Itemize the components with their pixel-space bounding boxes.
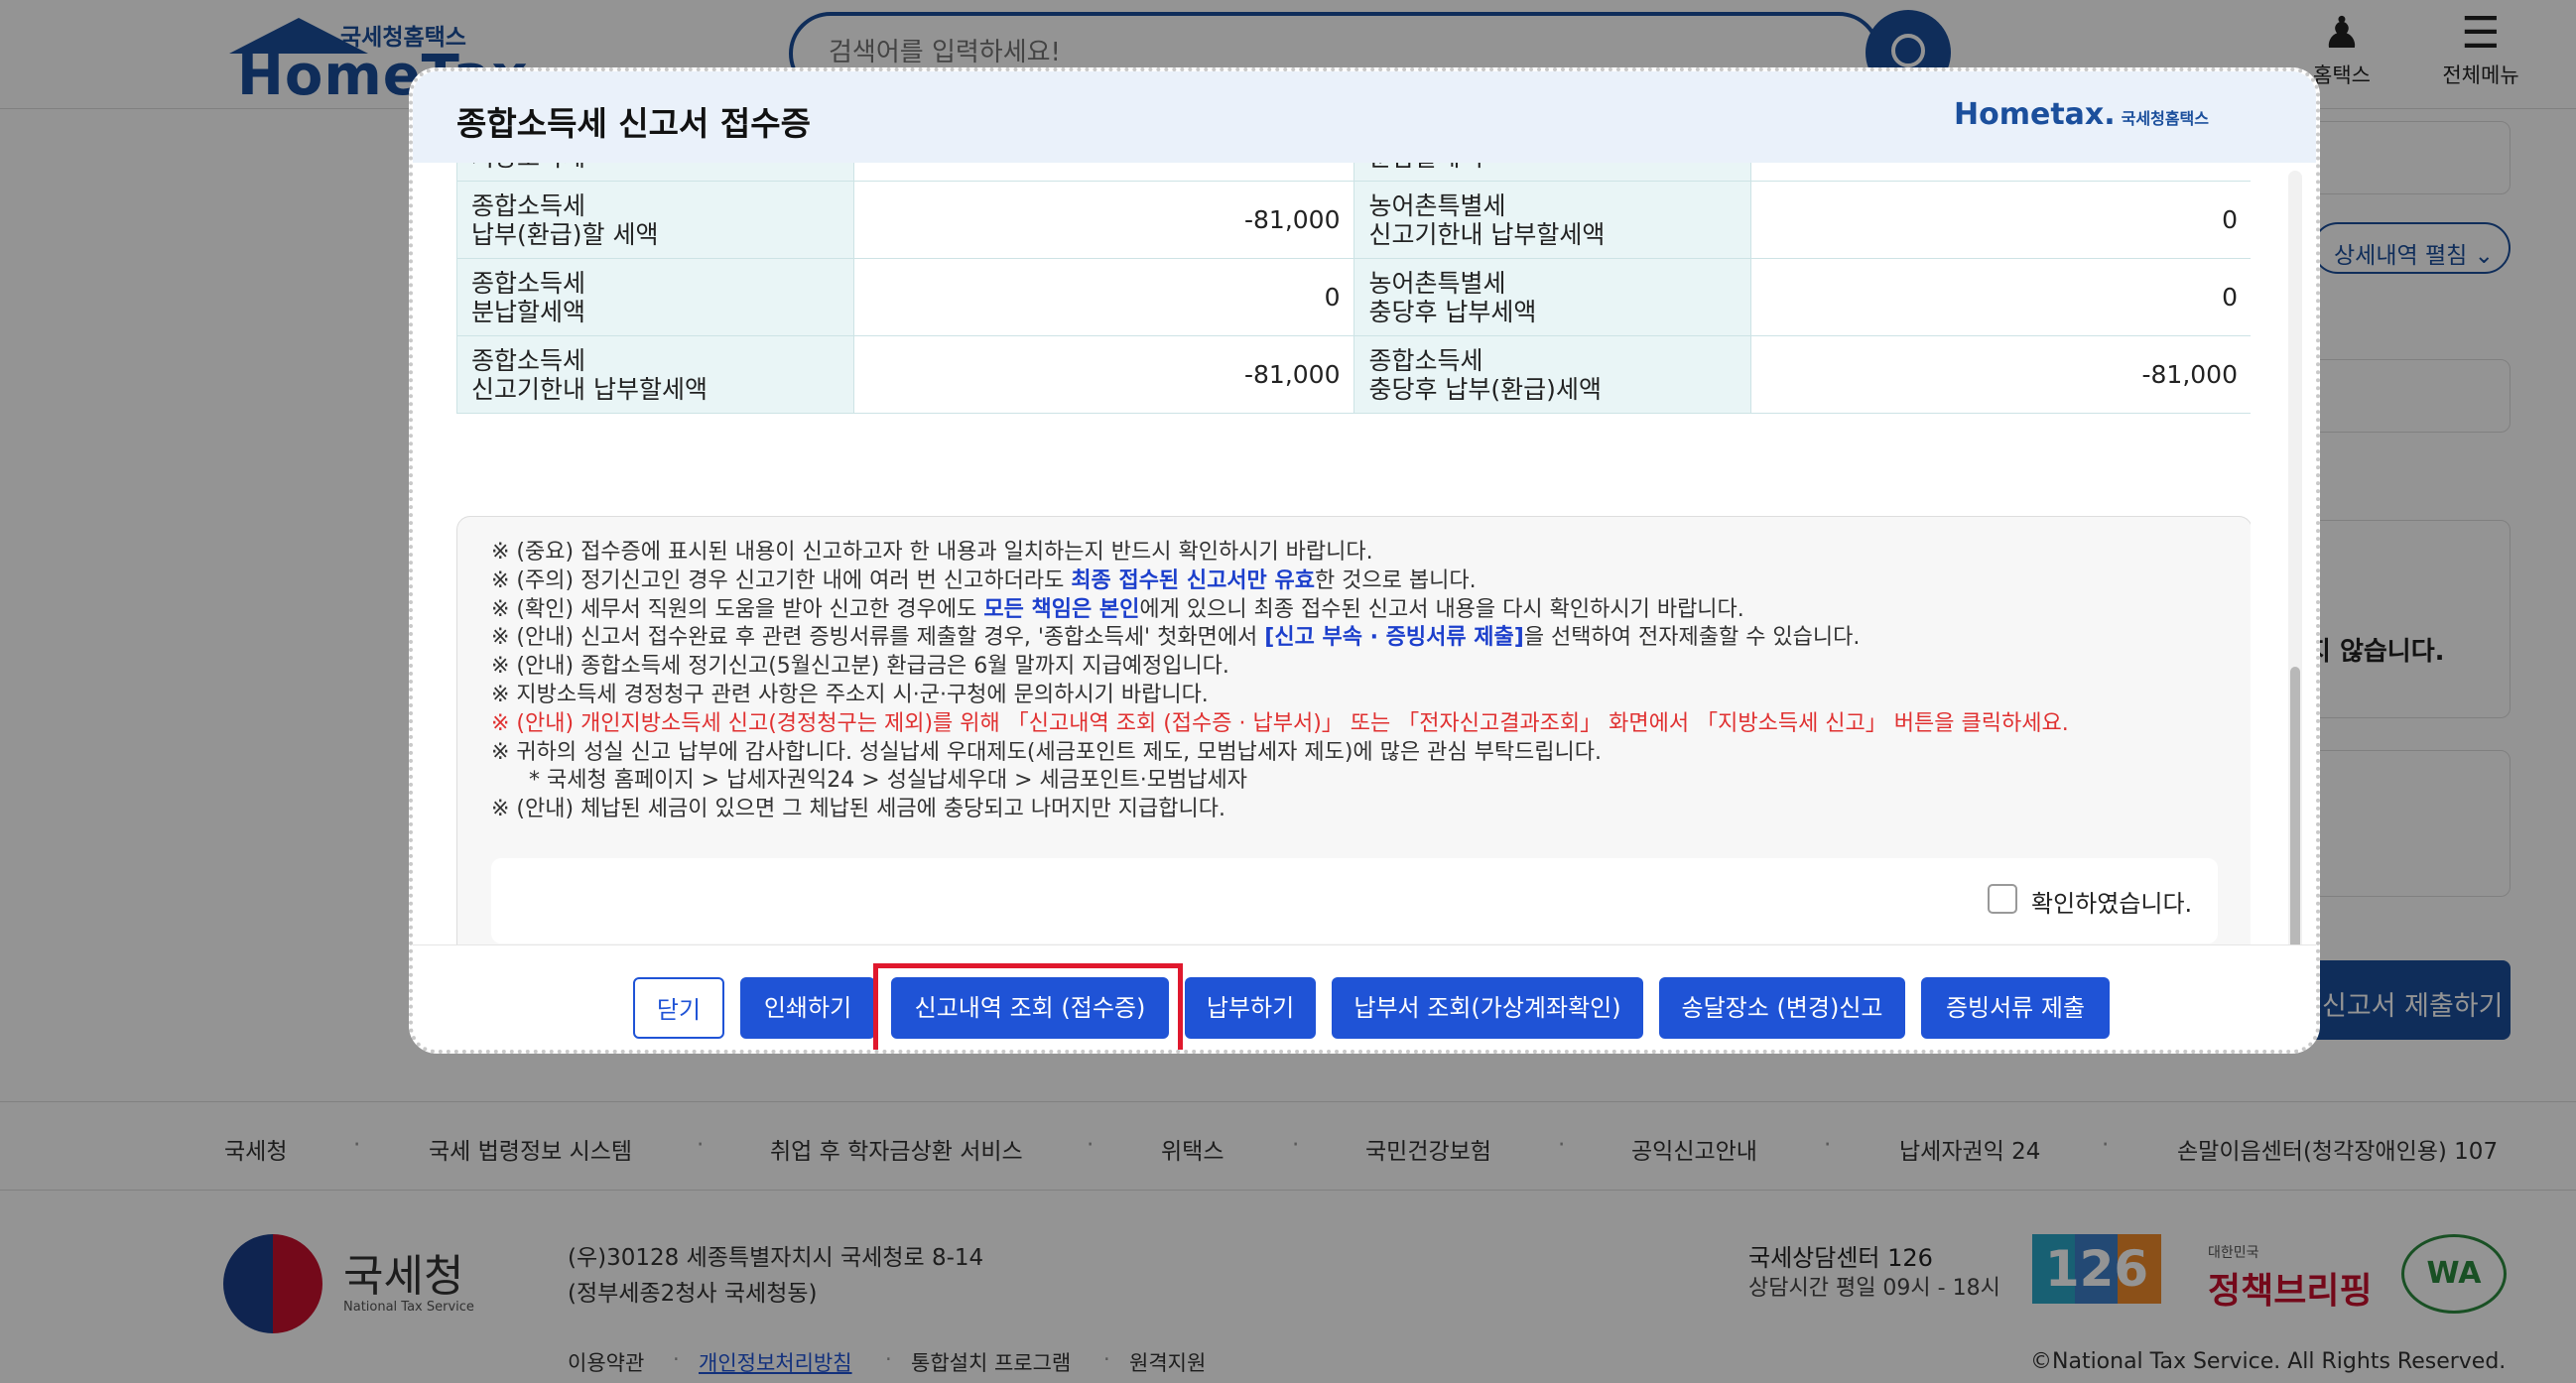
table-label: 농어촌특별세 신고기한내 납부할세액 (1353, 181, 1752, 259)
notice-line: ※ (확인) 세무서 직원의 도움을 받아 신고한 경우에도 모든 책임은 본인… (491, 596, 2218, 625)
notice-line: ※ (안내) 체납된 세금이 있으면 그 체납된 세금에 충당되고 나머지만 지… (491, 797, 1225, 822)
notice-line-red: ※ (안내) 개인지방소득세 신고(경정청구는 제외)를 위해 「신고내역 조회… (491, 710, 2069, 736)
table-row: 종합소득세 신고기한내 납부할세액 -81,000 종합소득세 충당후 납부(환… (456, 335, 2251, 414)
table-value (852, 163, 1355, 182)
receipt-modal: 종합소득세 신고서 접수증 Hometax. 국세청홈택스 지방소득세 분납할세액… (409, 67, 2320, 1054)
table-label: 농어촌특별세 충당후 납부세액 (1353, 258, 1752, 336)
table-label: 지방소득세 (456, 163, 854, 182)
notice-line: ※ (주의) 정기신고인 경우 신고기한 내에 여러 번 신고하더라도 최종 접… (491, 567, 2218, 596)
notice-line: ※ (안내) 종합소득세 정기신고(5월신고분) 환급금은 6월 말까지 지급예… (491, 654, 1229, 680)
table-value: -81,000 (852, 181, 1355, 259)
modal-logo-text: Hometax. (1954, 97, 2116, 132)
modal-footer: 닫기 인쇄하기 신고내역 조회 (접수증) 납부하기 납부서 조회(가상계좌확인… (413, 944, 2316, 1050)
bill-lookup-button[interactable]: 납부서 조회(가상계좌확인) (1332, 977, 1643, 1039)
notice-text: 한 것으로 봅니다. (1314, 567, 1477, 593)
notice-line: ※ (중요) 접수증에 표시된 내용이 신고하고자 한 내용과 일치하는지 반드… (491, 540, 1373, 565)
table-value: 0 (1750, 181, 2251, 259)
notice-line: ※ 귀하의 성실 신고 납부에 감사합니다. 성실납세 우대제도(세금포인트 제… (491, 739, 1603, 765)
modal-body: 지방소득세 분납할세액 종합소득세 납부(환급)할 세액 -81,000 농어촌… (456, 163, 2251, 956)
table-label: 종합소득세 충당후 납부(환급)세액 (1353, 335, 1752, 414)
pay-button[interactable]: 납부하기 (1185, 977, 1316, 1039)
close-button[interactable]: 닫기 (633, 977, 724, 1039)
notice-line: ※ 지방소득세 경정청구 관련 사항은 주소지 시·군·구청에 문의하시기 바랍… (491, 682, 1209, 707)
notice-text: ※ (주의) 정기신고인 경우 신고기한 내에 여러 번 신고하더라도 (491, 567, 1072, 593)
notice-highlight: 최종 접수된 신고서만 유효 (1071, 567, 1315, 593)
table-value: -81,000 (1750, 335, 2251, 414)
table-row: 지방소득세 분납할세액 (456, 163, 2251, 182)
delivery-address-button[interactable]: 송달장소 (변경)신고 (1659, 977, 1905, 1039)
modal-scrollbar[interactable] (2288, 171, 2302, 1004)
notice-text: 을 선택하여 전자제출할 수 있습니다. (1523, 625, 1861, 651)
notice-highlight: [신고 부속 · 증빙서류 제출] (1264, 625, 1524, 651)
table-row: 종합소득세 분납할세액 0 농어촌특별세 충당후 납부세액 0 (456, 258, 2251, 336)
highlight-box (873, 963, 1183, 1050)
notice-text: ※ (확인) 세무서 직원의 도움을 받아 신고한 경우에도 (491, 596, 984, 622)
print-button[interactable]: 인쇄하기 (740, 977, 875, 1039)
notice-text: 에게 있으니 최종 접수된 신고서 내용을 다시 확인하시기 바랍니다. (1139, 596, 1744, 622)
notice-box: ※ (중요) 접수증에 표시된 내용이 신고하고자 한 내용과 일치하는지 반드… (456, 516, 2251, 956)
table-label: 종합소득세 분납할세액 (456, 258, 854, 336)
evidence-submit-button[interactable]: 증빙서류 제출 (1921, 977, 2110, 1039)
modal-header: 종합소득세 신고서 접수증 Hometax. 국세청홈택스 (413, 71, 2316, 163)
confirm-checkbox[interactable] (1988, 884, 2017, 914)
table-label: 종합소득세 신고기한내 납부할세액 (456, 335, 854, 414)
table-value: 0 (1750, 258, 2251, 336)
confirm-label[interactable]: 확인하였습니다. (2031, 884, 2192, 919)
notice-highlight: 모든 책임은 본인 (983, 596, 1140, 622)
table-value: -81,000 (852, 335, 1355, 414)
modal-logo-sub: 국세청홈택스 (2121, 109, 2209, 128)
table-value (1750, 163, 2251, 182)
notice-line: ※ (안내) 신고서 접수완료 후 관련 증빙서류를 제출할 경우, '종합소득… (491, 624, 2218, 653)
table-label: 분납할세액 (1353, 163, 1752, 182)
table-row: 종합소득세 납부(환급)할 세액 -81,000 농어촌특별세 신고기한내 납부… (456, 181, 2251, 259)
confirm-area: 확인하였습니다. (491, 858, 2218, 943)
hometax-modal-logo: Hometax. 국세청홈택스 (1954, 97, 2209, 132)
notice-line: * 국세청 홈페이지 > 납세자권익24 > 성실납세우대 > 세금포인트·모범… (529, 768, 1247, 794)
table-value: 0 (852, 258, 1355, 336)
table-label: 종합소득세 납부(환급)할 세액 (456, 181, 854, 259)
tax-summary-table: 지방소득세 분납할세액 종합소득세 납부(환급)할 세액 -81,000 농어촌… (456, 163, 2251, 414)
modal-title: 종합소득세 신고서 접수증 (456, 104, 811, 143)
notice-text: ※ (안내) 신고서 접수완료 후 관련 증빙서류를 제출할 경우, '종합소득… (491, 625, 1265, 651)
